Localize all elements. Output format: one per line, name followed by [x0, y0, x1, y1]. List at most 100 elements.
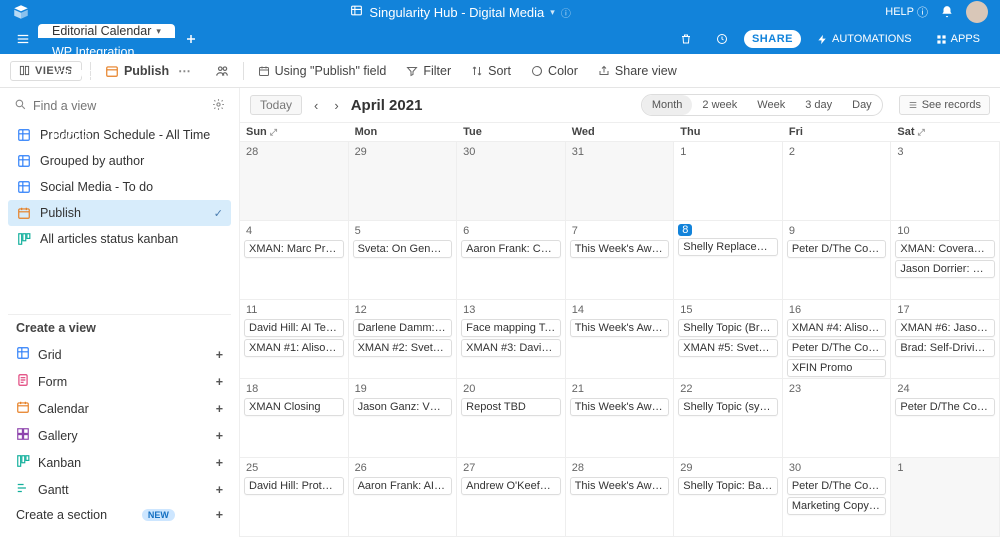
- calendar-cell[interactable]: 29Shelly Topic: Bank of Ph…: [674, 458, 783, 537]
- calendar-event[interactable]: David Hill: AI Teaching …: [244, 319, 344, 337]
- calendar-cell[interactable]: 10XMAN: Coverage Openi…Jason Dorrier: Na…: [891, 221, 1000, 300]
- calendar-event[interactable]: Peter D/The Conversati…: [787, 477, 887, 495]
- calendar-event[interactable]: David Hill: Protein struc…: [244, 477, 344, 495]
- calendar-event[interactable]: This Week's Awesome …: [570, 398, 670, 416]
- calendar-event[interactable]: Jason Dorrier: Nanobiot…: [895, 260, 995, 278]
- calendar-cell[interactable]: 5Sveta: On Generative D…: [349, 221, 458, 300]
- calendar-event[interactable]: This Week's Awesome …: [570, 477, 670, 495]
- calendar-event[interactable]: Aaron Frank: Changing …: [461, 240, 561, 258]
- prev-month-button[interactable]: ‹: [310, 96, 322, 115]
- sidebar-toggle-icon[interactable]: [8, 24, 38, 54]
- range-option[interactable]: Day: [842, 95, 882, 115]
- help-link[interactable]: HELP ⓘ: [885, 4, 928, 20]
- calendar-cell[interactable]: 30Peter D/The Conversati…Marketing Copyw…: [783, 458, 892, 537]
- calendar-event[interactable]: Shelly Topic: Bank of Ph…: [678, 477, 778, 495]
- color-button[interactable]: Color: [525, 61, 584, 81]
- range-option[interactable]: 3 day: [795, 95, 842, 115]
- calendar-cell[interactable]: 23: [783, 379, 892, 458]
- automations-button[interactable]: AUTOMATIONS: [809, 30, 920, 48]
- gear-icon[interactable]: [212, 98, 225, 114]
- calendar-event[interactable]: Darlene Damm: GGC Hi…: [353, 319, 453, 337]
- calendar-cell[interactable]: 12Darlene Damm: GGC Hi…XMAN #2: Sveta (D…: [349, 300, 458, 379]
- calendar-cell[interactable]: 2: [783, 142, 892, 221]
- calendar-cell[interactable]: 17XMAN #6: Jason (John …Brad: Self-Drivi…: [891, 300, 1000, 379]
- calendar-event[interactable]: Marketing Copywriter: …: [787, 497, 887, 515]
- calendar-cell[interactable]: 28This Week's Awesome …: [566, 458, 675, 537]
- today-button[interactable]: Today: [250, 95, 302, 115]
- calendar-event[interactable]: Shelly Topic (synthetic …: [678, 398, 778, 416]
- calendar-event[interactable]: XMAN: Marc Prosser on…: [244, 240, 344, 258]
- calendar-cell[interactable]: 1: [891, 458, 1000, 537]
- calendar-event[interactable]: XMAN Closing: [244, 398, 344, 416]
- calendar-cell[interactable]: 8Shelly Replacement: Ja…: [674, 221, 783, 300]
- workspace-title[interactable]: Singularity Hub - Digital Media: [369, 5, 544, 20]
- calendar-cell[interactable]: 7This Week's Awesome …: [566, 221, 675, 300]
- view-list-item[interactable]: Social Media - To do: [8, 174, 231, 200]
- calendar-event[interactable]: Jason Ganz: VR Manife…: [353, 398, 453, 416]
- trash-icon[interactable]: [672, 30, 700, 48]
- create-view-item[interactable]: Gantt+: [8, 476, 231, 503]
- calendar-event[interactable]: Repost TBD: [461, 398, 561, 416]
- filter-button[interactable]: Filter: [400, 61, 457, 81]
- calendar-cell[interactable]: 6Aaron Frank: Changing …: [457, 221, 566, 300]
- calendar-event[interactable]: Face mapping Tech for …: [461, 319, 561, 337]
- calendar-event[interactable]: Andrew O'Keefe: AR vid…: [461, 477, 561, 495]
- calendar-cell[interactable]: 3: [891, 142, 1000, 221]
- calendar-event[interactable]: XMAN #5: Sveta (Kevin …: [678, 339, 778, 357]
- create-view-item[interactable]: Grid+: [8, 341, 231, 368]
- calendar-cell[interactable]: 29: [349, 142, 458, 221]
- calendar-event[interactable]: This Week's Awesome …: [570, 319, 670, 337]
- calendar-cell[interactable]: 19Jason Ganz: VR Manife…: [349, 379, 458, 458]
- create-view-item[interactable]: Calendar+: [8, 395, 231, 422]
- calendar-cell[interactable]: 25David Hill: Protein struc…: [240, 458, 349, 537]
- calendar-cell[interactable]: 31: [566, 142, 675, 221]
- table-tab[interactable]: WP Integration: [38, 45, 175, 59]
- more-icon[interactable]: ⋯: [174, 63, 195, 78]
- calendar-event[interactable]: Shelly Topic (Brain deat…: [678, 319, 778, 337]
- calendar-event[interactable]: XMAN #2: Sveta (Daniel…: [353, 339, 453, 357]
- calendar-cell[interactable]: 11David Hill: AI Teaching …XMAN #1: Alis…: [240, 300, 349, 379]
- range-option[interactable]: Month: [642, 95, 693, 115]
- chevron-down-icon[interactable]: ▾: [550, 7, 555, 18]
- share-button[interactable]: SHARE: [744, 30, 801, 48]
- table-tab[interactable]: Content Formats: [38, 108, 175, 122]
- calendar-event[interactable]: XFIN Promo: [787, 359, 887, 377]
- sort-button[interactable]: Sort: [465, 61, 517, 81]
- calendar-cell[interactable]: 9Peter D/The Conversati…: [783, 221, 892, 300]
- create-view-item[interactable]: Kanban+: [8, 449, 231, 476]
- calendar-cell[interactable]: 22Shelly Topic (synthetic …: [674, 379, 783, 458]
- calendar-cell[interactable]: 20Repost TBD: [457, 379, 566, 458]
- view-list-item[interactable]: Grouped by author: [8, 148, 231, 174]
- info-icon[interactable]: ⓘ: [561, 5, 571, 20]
- table-tab[interactable]: Editorial Calendar▾: [38, 24, 175, 38]
- calendar-cell[interactable]: 15Shelly Topic (Brain deat…XMAN #5: Svet…: [674, 300, 783, 379]
- see-records-button[interactable]: See records: [899, 95, 990, 115]
- calendar-event[interactable]: Aaron Frank: AI research: [353, 477, 453, 495]
- calendar-cell[interactable]: 13Face mapping Tech for …XMAN #3: David …: [457, 300, 566, 379]
- collaborators-icon[interactable]: [209, 61, 235, 81]
- calendar-event[interactable]: Peter D/The Conversati…: [895, 398, 995, 416]
- calendar-cell[interactable]: 16XMAN #4: Alison (Sand…Peter D/The Conv…: [783, 300, 892, 379]
- calendar-cell[interactable]: 24Peter D/The Conversati…: [891, 379, 1000, 458]
- history-icon[interactable]: [708, 30, 736, 48]
- calendar-event[interactable]: This Week's Awesome …: [570, 240, 670, 258]
- range-option[interactable]: Week: [747, 95, 795, 115]
- create-section-button[interactable]: Create a section NEW +: [8, 503, 231, 527]
- calendar-event[interactable]: Sveta: On Generative D…: [353, 240, 453, 258]
- view-list-item[interactable]: All articles status kanban: [8, 226, 231, 252]
- date-field-button[interactable]: Using "Publish" field: [252, 61, 393, 81]
- notifications-icon[interactable]: [940, 5, 954, 19]
- calendar-event[interactable]: Peter D/The Conversati…: [787, 339, 887, 357]
- calendar-event[interactable]: Shelly Replacement: Ja…: [678, 238, 778, 256]
- calendar-cell[interactable]: 26Aaron Frank: AI research: [349, 458, 458, 537]
- calendar-cell[interactable]: 18XMAN Closing: [240, 379, 349, 458]
- calendar-event[interactable]: XMAN #1: Alison (Hod L…: [244, 339, 344, 357]
- add-table-button[interactable]: [175, 24, 207, 54]
- calendar-cell[interactable]: 21This Week's Awesome …: [566, 379, 675, 458]
- calendar-event[interactable]: XMAN: Coverage Openi…: [895, 240, 995, 258]
- view-list-item[interactable]: Publish✓: [8, 200, 231, 226]
- calendar-event[interactable]: XMAN #6: Jason (John …: [895, 319, 995, 337]
- table-tab[interactable]: People: [38, 129, 175, 143]
- calendar-event[interactable]: Brad: Self-Driving Truck…: [895, 339, 995, 357]
- table-tab[interactable]: YouTube: [38, 66, 175, 80]
